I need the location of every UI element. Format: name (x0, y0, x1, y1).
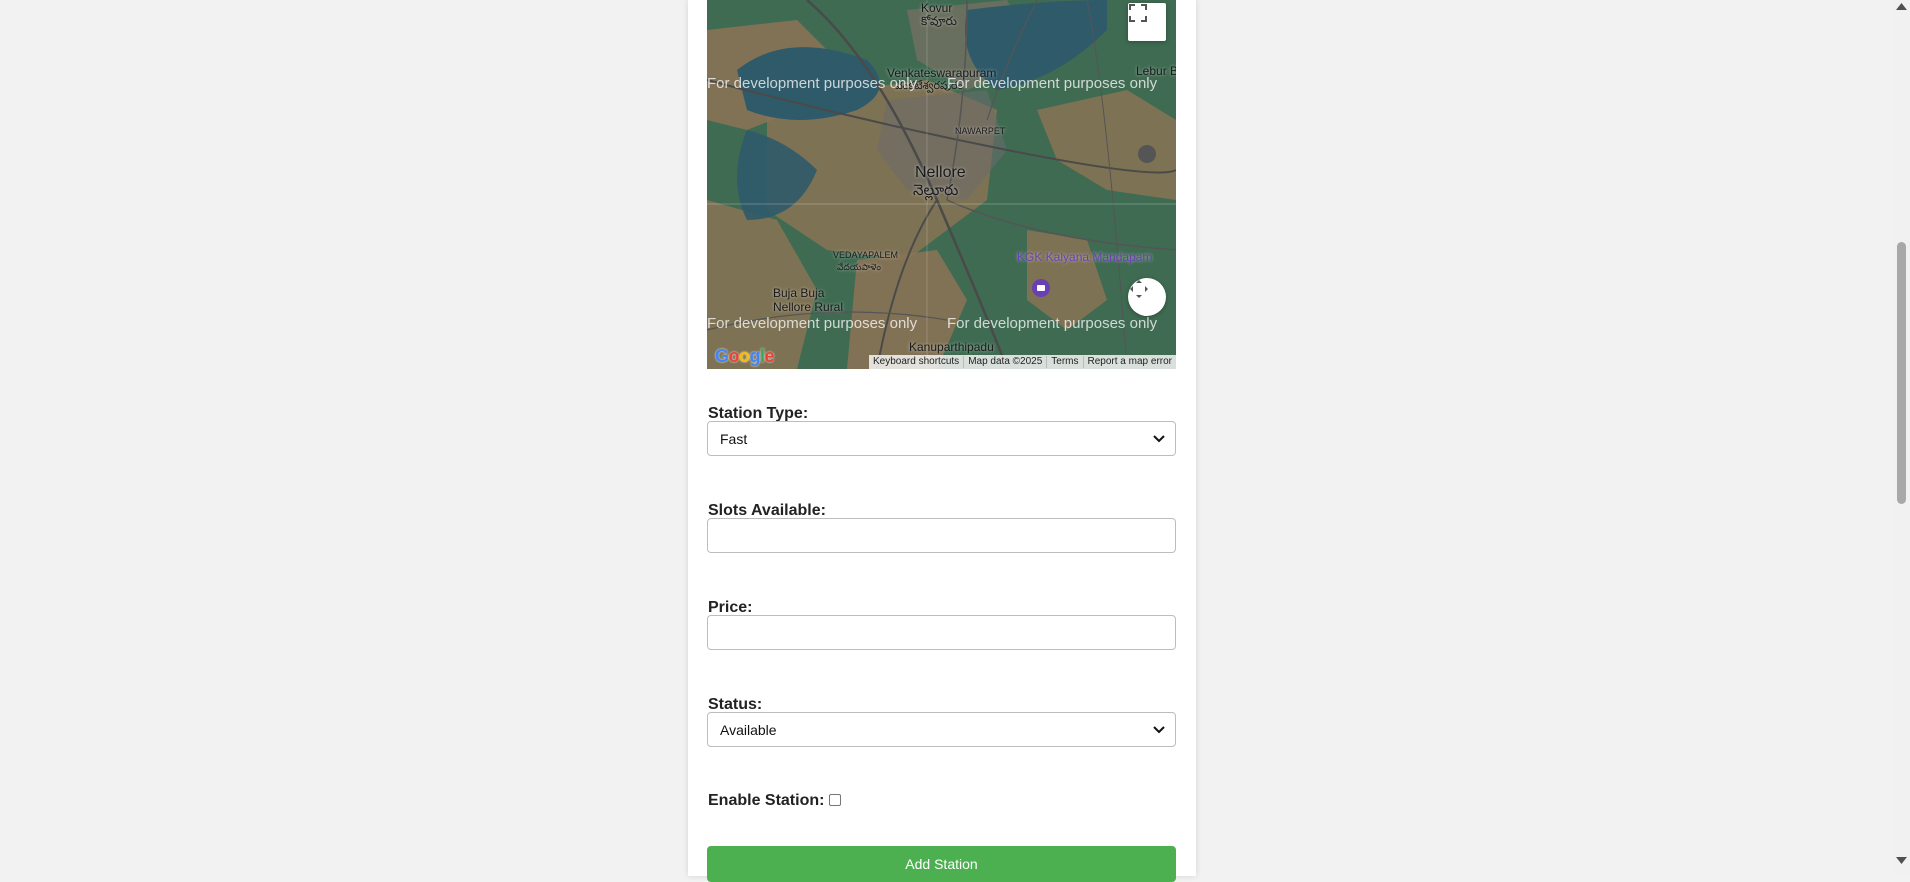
keyboard-shortcuts-link[interactable]: Keyboard shortcuts (869, 356, 963, 368)
map-label-buja-buja-nellore-rural: Buja Buja Nellore Rural (773, 286, 844, 314)
map-label-kovur-te: కోవూరు (921, 14, 957, 28)
station-type-value: Fast (720, 430, 748, 447)
enable-station-label: Enable Station: (708, 792, 825, 809)
chevron-down-icon (1153, 726, 1165, 734)
map-data-text: Map data ©2025 (963, 356, 1046, 368)
enable-station-checkbox[interactable] (829, 794, 841, 806)
scroll-down-icon[interactable] (1896, 856, 1907, 865)
fullscreen-icon (1129, 4, 1147, 22)
price-input[interactable] (707, 615, 1176, 650)
map-label-kanuparthipadu: Kanuparthipadu (909, 340, 994, 354)
dev-watermark: For development purposes only (707, 75, 918, 92)
map-label-nellore: Nellore (915, 164, 966, 181)
scroll-thumb[interactable] (1897, 242, 1906, 504)
slots-available-input[interactable] (707, 518, 1176, 553)
map-label-nawarpet: NAWARPET (955, 126, 1006, 136)
scrollbar[interactable] (1893, 0, 1910, 876)
map-footer: Keyboard shortcuts Map data ©2025 Terms … (869, 355, 1176, 369)
camera-control-icon (1130, 280, 1148, 298)
dev-watermark: For development purposes only (947, 75, 1158, 92)
map[interactable]: Kovur కోవూరు Venkateswarapuram వెంకటేశ్వ… (707, 0, 1176, 369)
report-map-error-link[interactable]: Report a map error (1082, 356, 1176, 368)
dev-watermark: For development purposes only (947, 315, 1158, 332)
fullscreen-button[interactable] (1128, 3, 1166, 41)
map-label-nellore-te: నెల్లూరు (913, 182, 959, 199)
status-value: Available (720, 721, 777, 738)
map-label-vedayapalem: VEDAYAPALEM (833, 250, 899, 260)
status-select[interactable]: Available (707, 712, 1176, 747)
camera-control-button[interactable] (1128, 278, 1166, 316)
add-station-button[interactable]: Add Station (707, 846, 1176, 882)
map-label-kgk-kalyana-mandapam[interactable]: KGK Kalyana Mandapam (1017, 250, 1152, 264)
terms-link[interactable]: Terms (1046, 356, 1082, 368)
map-label-kovur: Kovur (921, 1, 953, 15)
scroll-up-icon[interactable] (1896, 2, 1907, 11)
dev-watermark: For development purposes only (707, 315, 918, 332)
station-type-select[interactable]: Fast (707, 421, 1176, 456)
google-logo: Google (715, 346, 775, 366)
map-label-vedayapalem-te: వేదయపాళెం (837, 262, 881, 272)
chevron-down-icon (1153, 435, 1165, 443)
